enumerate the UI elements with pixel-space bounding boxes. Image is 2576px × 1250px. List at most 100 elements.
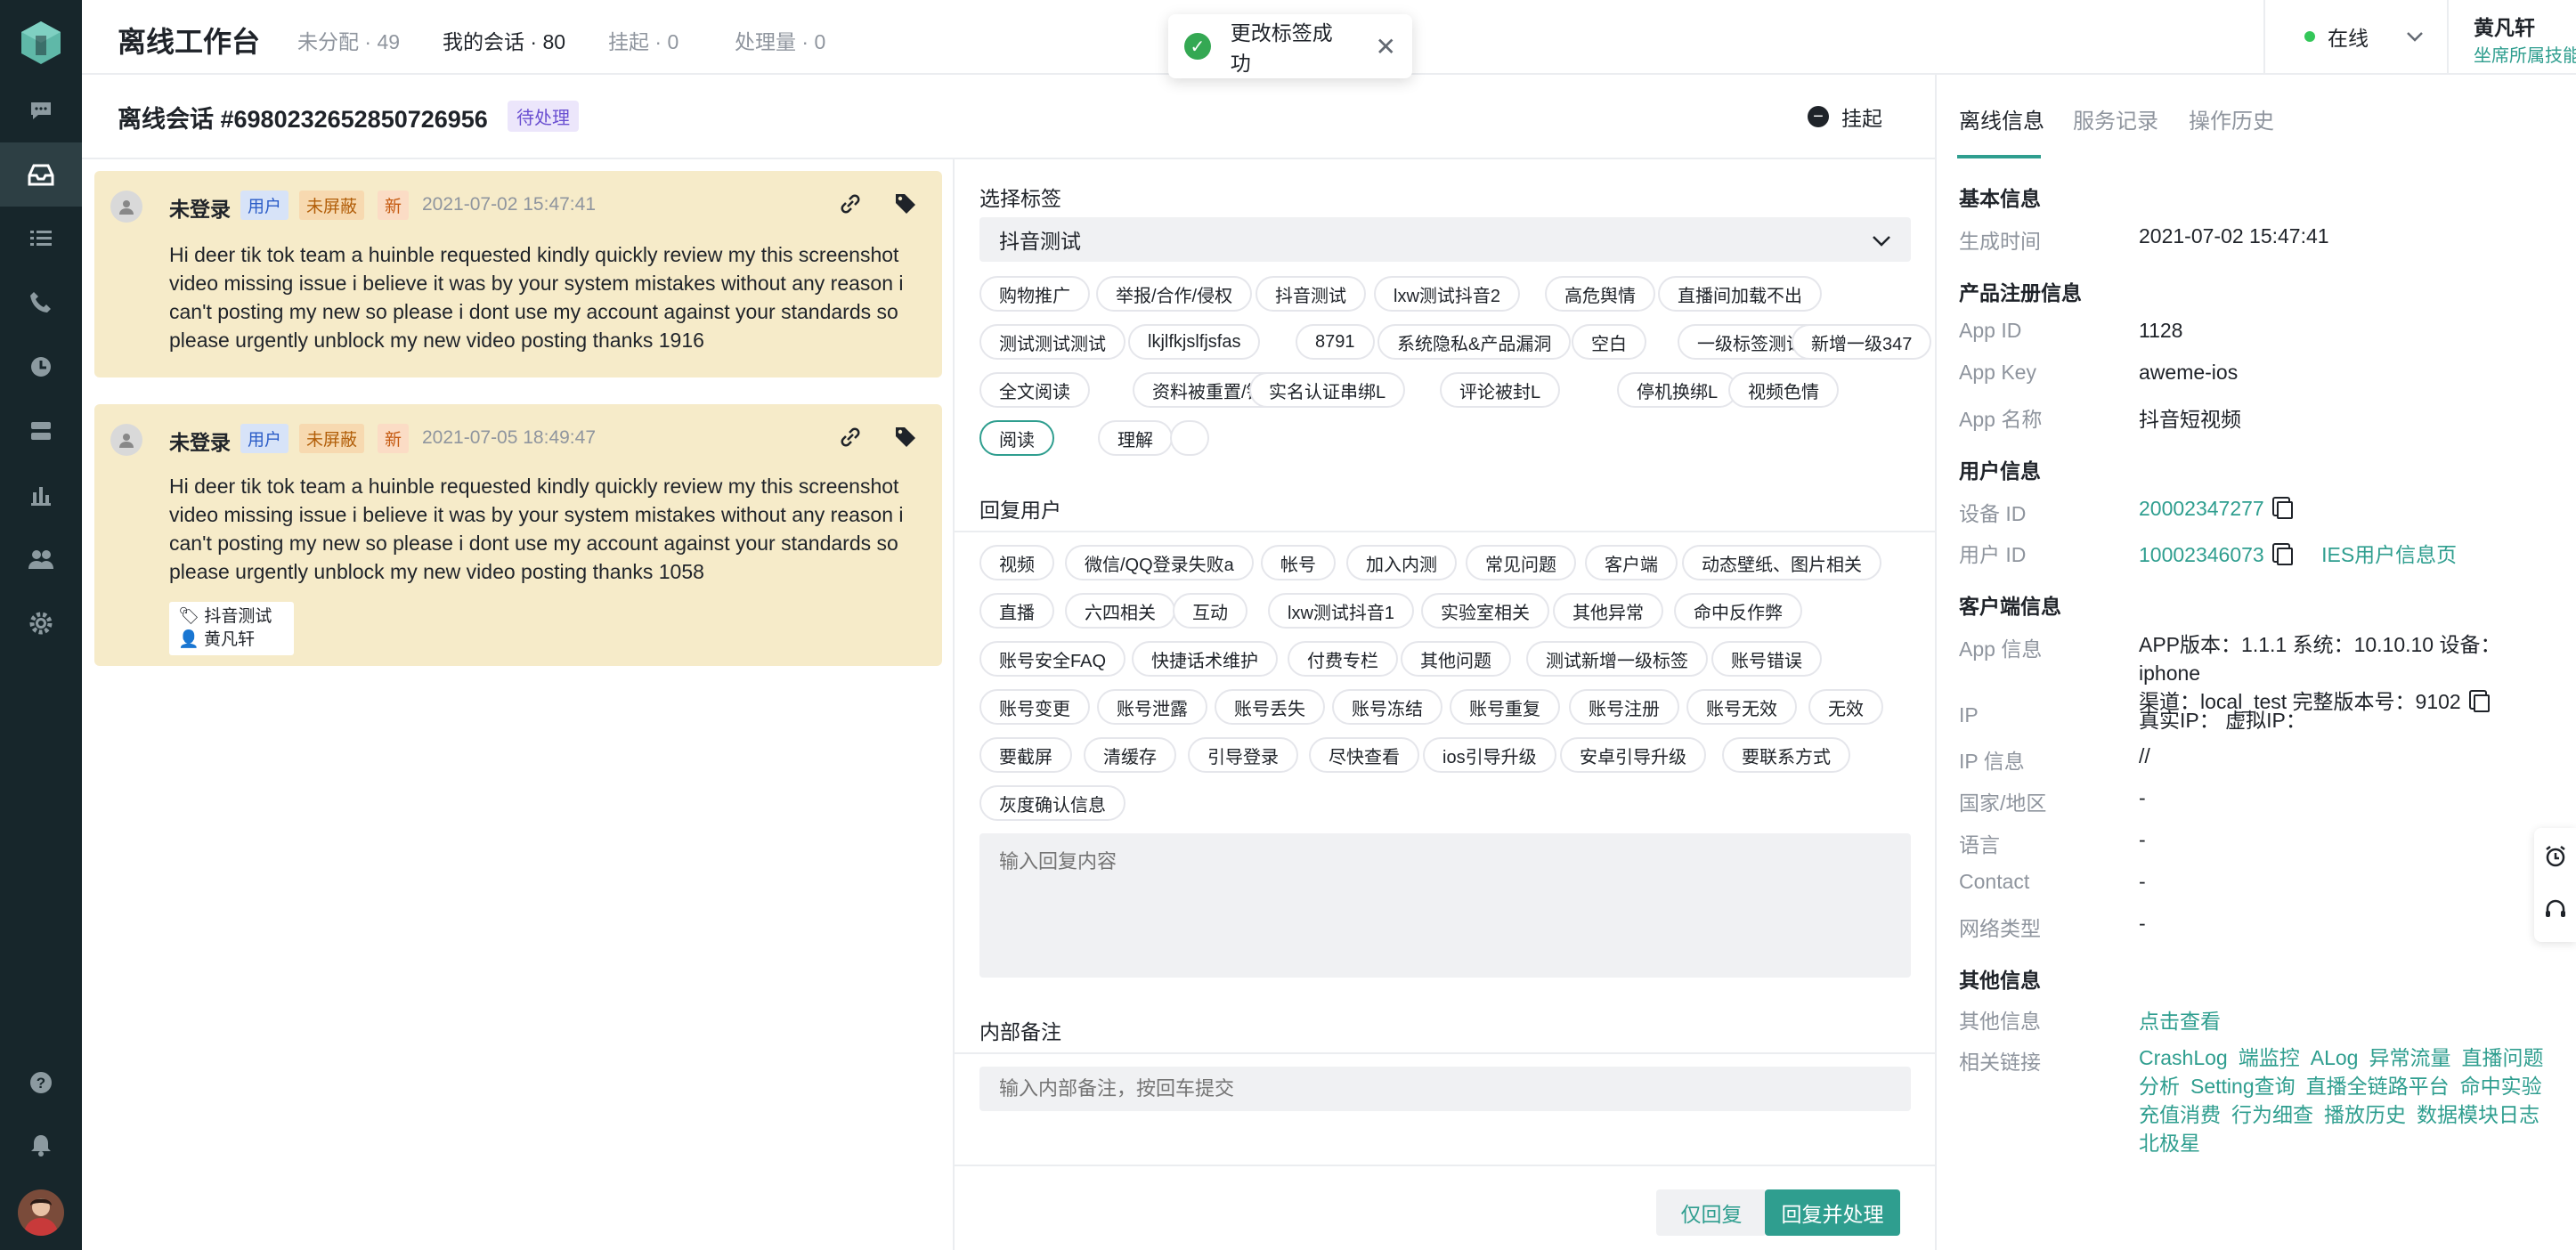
reply-template-chip[interactable]: 六四相关 xyxy=(1065,593,1175,629)
reply-template-chip[interactable]: 账号冻结 xyxy=(1332,689,1442,725)
reply-template-chip[interactable]: 账号错误 xyxy=(1711,641,1822,677)
tab-processed[interactable]: 处理量 · 0 xyxy=(735,25,825,55)
tag-chip[interactable]: 评论被封L xyxy=(1440,372,1561,408)
inbox-icon[interactable] xyxy=(23,157,59,192)
tab-service-records[interactable]: 服务记录 xyxy=(2073,103,2158,134)
clock-icon[interactable] xyxy=(23,349,59,385)
tag-chip[interactable]: lkjlfkjslfjsfas xyxy=(1128,324,1261,360)
reply-template-chip[interactable]: 要联系方式 xyxy=(1722,737,1850,773)
user-info[interactable]: 黄凡轩 坐席所属技能组 · 3 xyxy=(2447,0,2576,73)
tag-chip[interactable]: lxw测试抖音2 xyxy=(1374,276,1521,312)
tag-chip[interactable]: 理解 xyxy=(1098,420,1173,456)
avatar[interactable] xyxy=(18,1189,64,1236)
tag-chip[interactable]: 新增一级347 xyxy=(1792,324,1932,360)
related-link[interactable]: 充值消费 xyxy=(2139,1103,2221,1126)
reply-template-chip[interactable]: 视频 xyxy=(979,545,1054,580)
reply-template-chip[interactable]: 账号无效 xyxy=(1686,689,1797,725)
view-details-link[interactable]: 点击查看 xyxy=(2139,1004,2221,1035)
reply-template-chip[interactable]: 其他问题 xyxy=(1401,641,1511,677)
reply-template-chip[interactable]: 命中反作弊 xyxy=(1674,593,1802,629)
tag-chip[interactable]: 测试测试测试 xyxy=(979,324,1125,360)
reply-template-chip[interactable]: 付费专栏 xyxy=(1288,641,1398,677)
related-link[interactable]: 命中实验 xyxy=(2460,1075,2542,1098)
related-link[interactable]: CrashLog xyxy=(2139,1046,2228,1069)
tag-chip[interactable]: 购物推广 xyxy=(979,276,1090,312)
gear-icon[interactable] xyxy=(23,605,59,641)
related-link[interactable]: 北极星 xyxy=(2139,1132,2200,1155)
related-link[interactable]: 数据模块日志 xyxy=(2417,1103,2539,1126)
reply-template-chip[interactable]: 账号泄露 xyxy=(1097,689,1207,725)
alarm-clock-icon[interactable] xyxy=(2543,844,2568,869)
reply-template-chip[interactable]: 账号注册 xyxy=(1569,689,1679,725)
tag-chip[interactable]: 全文阅读 xyxy=(979,372,1090,408)
reply-template-chip[interactable]: 无效 xyxy=(1808,689,1883,725)
user-id-link[interactable]: 10002346073 xyxy=(2139,543,2264,566)
tag-chip[interactable]: 阅读 xyxy=(979,420,1054,456)
tag-chip[interactable]: 实名认证串绑L xyxy=(1249,372,1406,408)
related-link[interactable]: ALog xyxy=(2311,1046,2359,1069)
reply-template-chip[interactable]: 加入内测 xyxy=(1346,545,1457,580)
tag-icon[interactable] xyxy=(892,424,919,450)
internal-note-input[interactable] xyxy=(979,1067,1911,1111)
hold-button[interactable]: − 挂起 xyxy=(1808,101,1882,132)
reply-template-chip[interactable]: 账号变更 xyxy=(979,689,1090,725)
reply-template-chip[interactable]: 账号丢失 xyxy=(1215,689,1325,725)
reply-only-button[interactable]: 仅回复 xyxy=(1656,1189,1767,1236)
copy-icon[interactable] xyxy=(2473,694,2490,712)
related-link[interactable]: 播放历史 xyxy=(2324,1103,2406,1126)
tag-chip[interactable]: 视频色情 xyxy=(1728,372,1839,408)
reply-template-chip[interactable]: 其他异常 xyxy=(1553,593,1663,629)
related-link[interactable]: 端监控 xyxy=(2239,1046,2300,1069)
chat-icon[interactable] xyxy=(23,93,59,128)
reply-template-chip[interactable]: 实验室相关 xyxy=(1421,593,1549,629)
help-icon[interactable]: ? xyxy=(23,1065,59,1100)
reply-template-chip[interactable]: 要截屏 xyxy=(979,737,1072,773)
reply-template-chip[interactable]: 测试新增一级标签 xyxy=(1526,641,1708,677)
phone-icon[interactable] xyxy=(23,285,59,321)
tag-chip[interactable]: 高危舆情 xyxy=(1545,276,1655,312)
reply-template-chip[interactable]: 引导登录 xyxy=(1188,737,1298,773)
tag-chip[interactable]: 举报/合作/侵权 xyxy=(1096,276,1253,312)
bell-icon[interactable] xyxy=(23,1127,59,1163)
reply-template-chip[interactable]: 尽快查看 xyxy=(1309,737,1419,773)
reply-template-chip[interactable]: 快捷话术维护 xyxy=(1132,641,1278,677)
link-icon[interactable] xyxy=(837,424,864,450)
related-link[interactable]: Setting查询 xyxy=(2190,1075,2296,1098)
tag-chip[interactable] xyxy=(1170,420,1209,456)
reply-template-chip[interactable]: 账号重复 xyxy=(1450,689,1560,725)
device-id-link[interactable]: 20002347277 xyxy=(2139,497,2264,520)
copy-icon[interactable] xyxy=(2276,547,2293,565)
reply-template-chip[interactable]: 常见问题 xyxy=(1466,545,1576,580)
link-icon[interactable] xyxy=(837,191,864,217)
tag-chip[interactable]: 直播间加载不出 xyxy=(1658,276,1822,312)
reply-template-chip[interactable]: 账号安全FAQ xyxy=(979,641,1126,677)
related-link[interactable]: 异常流量 xyxy=(2369,1046,2450,1069)
tag-select[interactable]: 抖音测试 xyxy=(979,217,1911,262)
copy-icon[interactable] xyxy=(2276,500,2293,519)
headset-icon[interactable] xyxy=(2543,897,2568,922)
tag-chip[interactable]: 8791 xyxy=(1296,324,1375,360)
online-status-dropdown[interactable]: 在线 xyxy=(2263,0,2447,73)
bar-chart-icon[interactable] xyxy=(23,477,59,513)
tab-offline-info[interactable]: 离线信息 xyxy=(1959,103,2044,134)
reply-template-chip[interactable]: 动态壁纸、图片相关 xyxy=(1682,545,1881,580)
reply-template-chip[interactable]: 直播 xyxy=(979,593,1054,629)
tag-chip[interactable]: 系统隐私&产品漏洞 xyxy=(1377,324,1572,360)
tag-icon[interactable] xyxy=(892,191,919,217)
tag-chip[interactable]: 停机换绑L xyxy=(1617,372,1738,408)
tag-chip[interactable]: 抖音测试 xyxy=(1255,276,1366,312)
users-icon[interactable] xyxy=(23,541,59,577)
reply-template-chip[interactable]: 清缓存 xyxy=(1084,737,1176,773)
reply-and-process-button[interactable]: 回复并处理 xyxy=(1765,1189,1900,1236)
server-icon[interactable] xyxy=(23,413,59,449)
reply-template-chip[interactable]: 安卓引导升级 xyxy=(1560,737,1706,773)
reply-template-chip[interactable]: 互动 xyxy=(1173,593,1247,629)
reply-template-chip[interactable]: 微信/QQ登录失败a xyxy=(1065,545,1254,580)
tab-my-sessions[interactable]: 我的会话 · 80 xyxy=(443,25,565,55)
reply-template-chip[interactable]: 帐号 xyxy=(1261,545,1336,580)
tab-on-hold[interactable]: 挂起 · 0 xyxy=(608,25,679,55)
tag-chip[interactable]: 空白 xyxy=(1572,324,1646,360)
reply-template-chip[interactable]: 客户端 xyxy=(1585,545,1678,580)
reply-template-chip[interactable]: ios引导升级 xyxy=(1423,737,1556,773)
reply-input[interactable] xyxy=(979,833,1911,978)
